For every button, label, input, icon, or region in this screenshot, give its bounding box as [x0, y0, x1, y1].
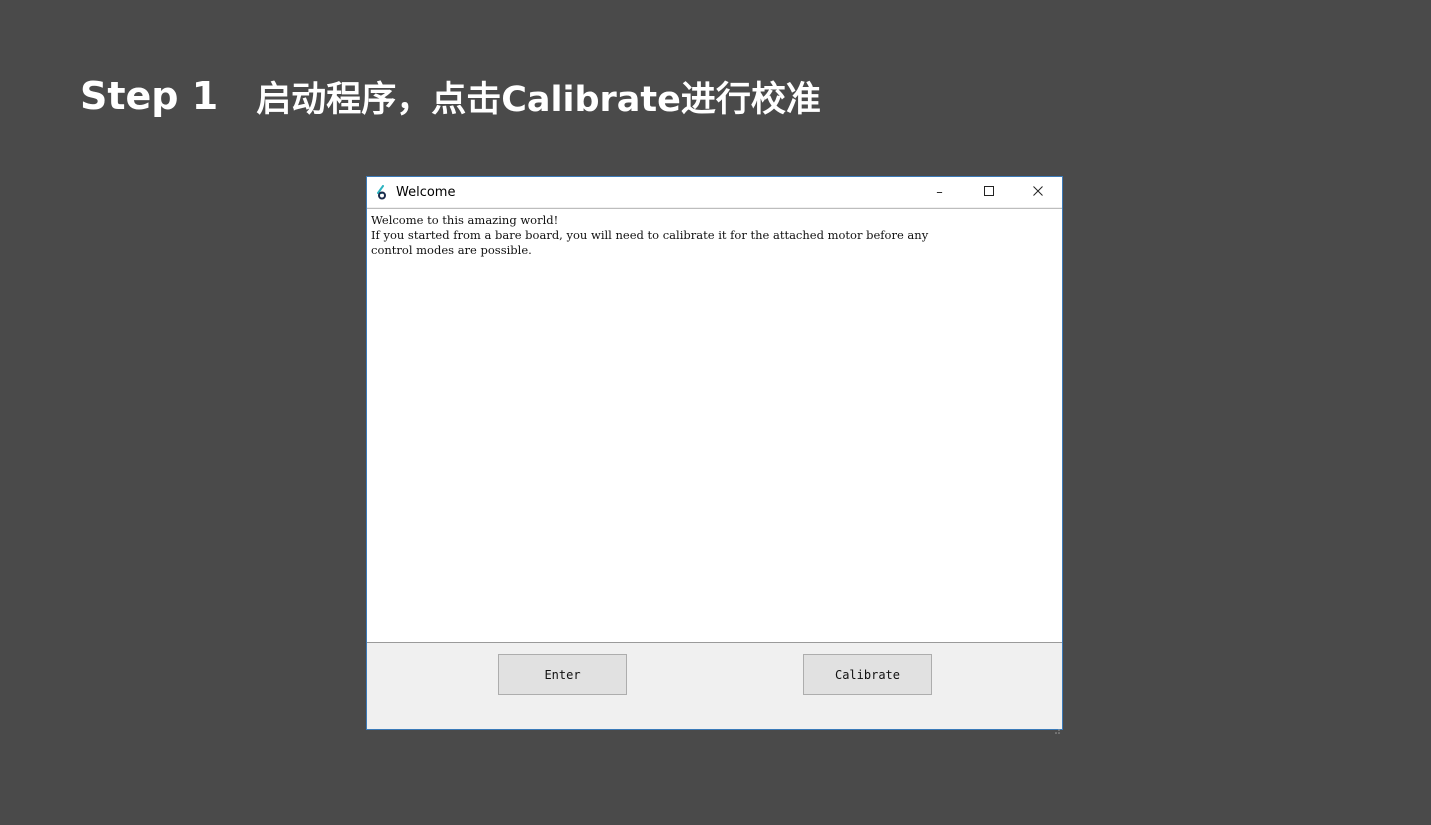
- window-controls: –: [915, 177, 1062, 207]
- console-line: control modes are possible.: [371, 243, 532, 257]
- calibrate-button[interactable]: Calibrate: [803, 654, 932, 695]
- step-label: Step 1: [80, 74, 219, 118]
- console-line: Welcome to this amazing world!: [371, 213, 559, 227]
- console-output[interactable]: Welcome to this amazing world! If you st…: [367, 208, 1062, 643]
- welcome-window: Welcome – Welcome to this amazing world!…: [366, 176, 1063, 734]
- console-line: If you started from a bare board, you wi…: [371, 228, 929, 242]
- enter-button[interactable]: Enter: [498, 654, 627, 695]
- slide-title: Step 1 启动程序，点击Calibrate进行校准: [80, 68, 821, 124]
- app-logo-icon: [376, 184, 390, 200]
- close-icon: [1032, 185, 1043, 200]
- minimize-button[interactable]: –: [915, 177, 964, 207]
- maximize-icon: [983, 185, 994, 200]
- close-button[interactable]: [1013, 177, 1062, 207]
- maximize-button[interactable]: [964, 177, 1013, 207]
- resize-grip-icon[interactable]: [1052, 719, 1060, 734]
- step-description: 启动程序，点击Calibrate进行校准: [256, 79, 821, 120]
- minimize-icon: –: [936, 184, 943, 200]
- window-title: Welcome: [396, 184, 456, 200]
- title-bar[interactable]: Welcome –: [367, 177, 1062, 207]
